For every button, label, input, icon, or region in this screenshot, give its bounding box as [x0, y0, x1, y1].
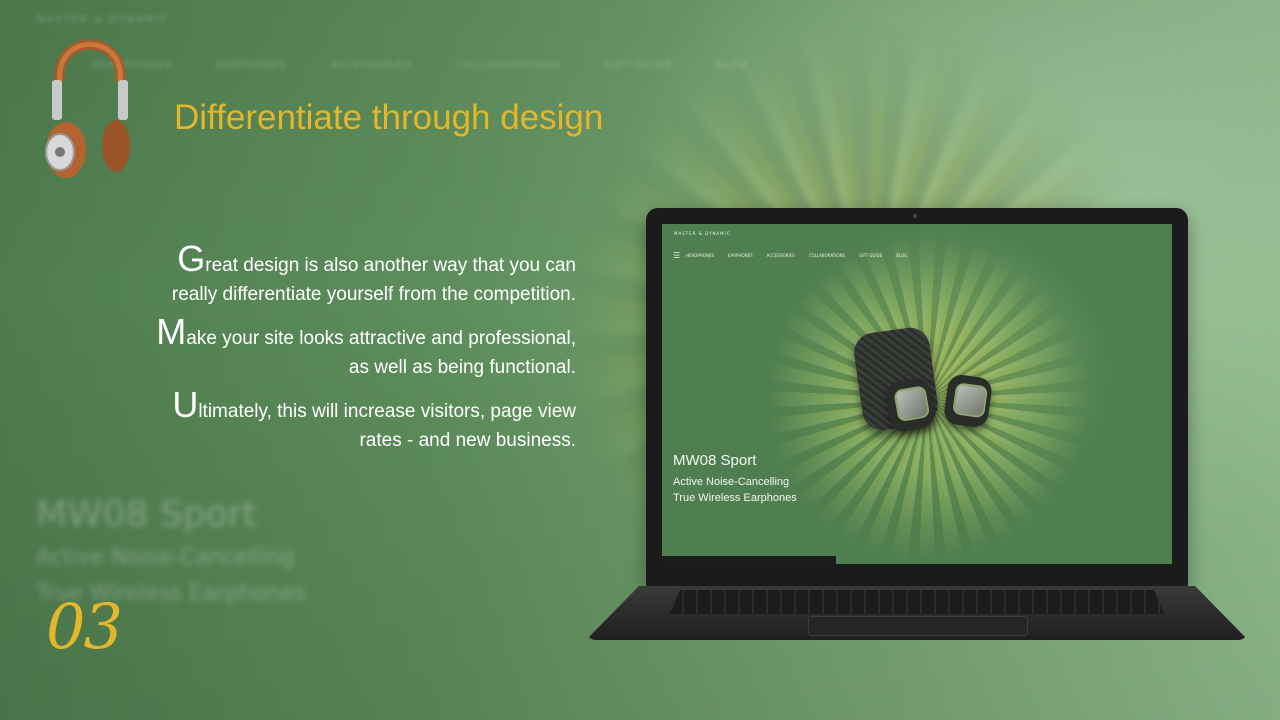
menu-icon: ☰ [673, 251, 681, 260]
earbud-image [942, 373, 994, 429]
background-nav-item: COLLABORATIONS [455, 60, 561, 71]
paragraph: Great design is also another way that yo… [171, 238, 576, 306]
screen-product-title: MW08 Sport [673, 452, 757, 469]
paragraph: Make your site looks attractive and prof… [156, 311, 576, 379]
screen-product-subtitle: Active Noise-Cancelling True Wireless Ea… [673, 476, 797, 504]
background-nav-item: BLOG [716, 60, 749, 71]
slide-body: Great design is also another way that yo… [150, 238, 576, 463]
trackpad [808, 616, 1028, 636]
screen-nav-item: ACCESSORIES [766, 253, 795, 258]
laptop-screen: MASTER & DYNAMIC ☰ HEADPHONES EARPHONES … [662, 224, 1172, 564]
drop-cap: M [156, 311, 187, 352]
screen-nav-item: COLLABORATIONS [808, 253, 846, 258]
screen-brand: MASTER & DYNAMIC [674, 231, 731, 236]
background-nav: HEADPHONES EARPHONES ACCESSORIES COLLABO… [92, 60, 748, 71]
drop-cap: U [172, 384, 199, 425]
paragraph: Ultimately, this will increase visitors,… [172, 384, 576, 452]
screen-status-bar [662, 556, 836, 564]
background-nav-item: EARPHONES [215, 60, 287, 71]
screen-nav-item: EARPHONES [727, 253, 753, 258]
background-nav-item: ACCESSORIES [330, 60, 412, 71]
background-nav-item: GIFT GUIDE [604, 60, 673, 71]
screen-nav-item: HEADPHONES [686, 253, 714, 258]
earbud-image [883, 376, 937, 434]
background-product-title: MW08 Sport [36, 494, 257, 535]
keyboard [670, 590, 1164, 614]
headphones-image [45, 39, 130, 178]
screen-nav: HEADPHONES EARPHONES ACCESSORIES COLLABO… [686, 253, 907, 258]
slide-title: Differentiate through design [174, 98, 604, 137]
camera-icon [913, 214, 917, 218]
screen-nav-item: BLOG [896, 253, 908, 258]
page-number: 03 [46, 590, 123, 663]
drop-cap: G [177, 238, 206, 279]
screen-nav-item: GIFT GUIDE [859, 253, 883, 258]
